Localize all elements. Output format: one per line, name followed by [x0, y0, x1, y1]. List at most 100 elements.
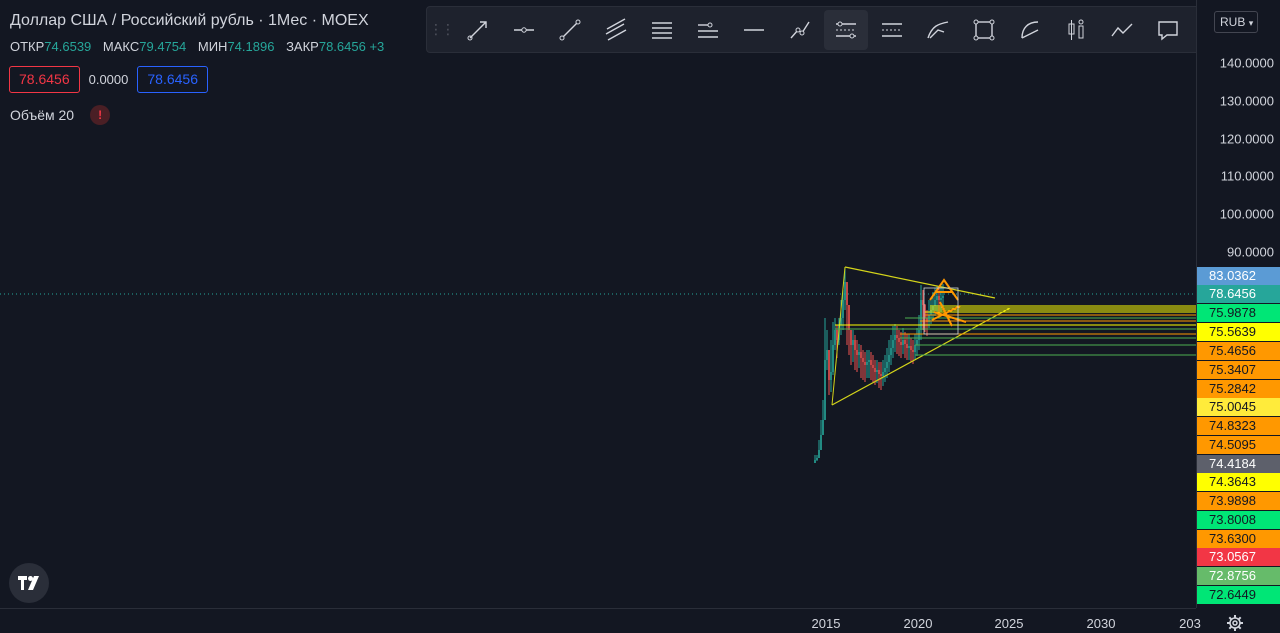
- candle-body: [908, 346, 910, 348]
- candle-body: [910, 346, 912, 350]
- fib-fan-tool-icon[interactable]: [686, 10, 730, 50]
- candle-body: [844, 282, 846, 300]
- close-value: 78.6456 +3: [318, 39, 385, 54]
- horizontal-line-tool-icon[interactable]: [732, 10, 776, 50]
- candle-body: [922, 300, 924, 305]
- candle-body: [872, 365, 874, 368]
- price-level-label[interactable]: 74.5095: [1197, 436, 1280, 454]
- comment-tool-icon[interactable]: [1146, 10, 1190, 50]
- candle-body: [848, 305, 850, 330]
- time-tick: 203: [1179, 616, 1201, 631]
- path-tool-icon[interactable]: [778, 10, 822, 50]
- gann-box-tool-icon[interactable]: [824, 9, 868, 50]
- candle-body: [940, 298, 942, 300]
- time-axis[interactable]: 2015 2020 2025 2030 203: [0, 608, 1201, 633]
- arc-tool-icon[interactable]: [1008, 10, 1052, 50]
- warning-icon[interactable]: !: [90, 105, 111, 125]
- price-level-label[interactable]: 72.8756: [1197, 567, 1280, 585]
- price-level-label[interactable]: 73.9898: [1197, 492, 1280, 510]
- candle-body: [934, 300, 936, 306]
- symbol-title[interactable]: Доллар США / Российский рубль · 1Мес · M…: [10, 12, 369, 30]
- candle-body: [860, 352, 862, 358]
- price-level-label[interactable]: 74.3643: [1197, 473, 1280, 491]
- price-tick: 90.0000: [1227, 244, 1274, 260]
- candle-body: [878, 370, 880, 374]
- triangle-upper-line: [844, 266, 996, 299]
- volume-label: Объём 20: [10, 107, 75, 123]
- price-level-label[interactable]: 75.2842: [1197, 380, 1280, 398]
- candle-body: [902, 340, 904, 345]
- price-axis[interactable]: 140.0000 130.0000 120.0000 110.0000 100.0000…: [1196, 0, 1280, 608]
- price-level-label[interactable]: 75.0045: [1197, 398, 1280, 416]
- candle-body: [868, 360, 870, 362]
- candle-body: [894, 335, 896, 340]
- horizontal-ray-tool-icon[interactable]: [502, 10, 546, 50]
- candle-body: [850, 330, 852, 345]
- buy-button[interactable]: 78.6456: [137, 66, 208, 93]
- candle-body: [836, 330, 838, 340]
- drag-handle-icon[interactable]: ⋮⋮: [427, 7, 455, 52]
- price-level-label[interactable]: 73.8008: [1197, 511, 1280, 529]
- chart-pane[interactable]: Доллар США / Российский рубль · 1Мес · M…: [0, 0, 1196, 608]
- tradingview-logo-icon[interactable]: [9, 563, 49, 603]
- candle-body: [818, 450, 820, 458]
- candle-body: [864, 362, 866, 365]
- projection-tool-icon[interactable]: [1100, 10, 1144, 50]
- candle-body: [892, 340, 894, 348]
- trend-line-tool-icon[interactable]: [548, 10, 592, 50]
- low-value: 74.1896: [227, 39, 275, 54]
- candle-body: [842, 300, 844, 318]
- parallel-channel-tool-icon[interactable]: [594, 10, 638, 50]
- currency-value: RUB: [1220, 15, 1246, 29]
- candle-body: [862, 358, 864, 362]
- settings-gear-icon[interactable]: [1226, 614, 1244, 632]
- volume-indicator[interactable]: Объём 20 !: [10, 105, 111, 125]
- trade-buttons: 78.6456 0.0000 78.6456: [9, 66, 208, 93]
- price-tick: 110.0000: [1220, 168, 1274, 184]
- price-tick: 100.0000: [1219, 206, 1274, 222]
- price-tick: 140.0000: [1219, 55, 1274, 71]
- price-level-label[interactable]: 73.6300: [1197, 530, 1280, 548]
- candle-body: [876, 370, 878, 372]
- long-position-tool-icon[interactable]: [1054, 10, 1098, 50]
- drawing-tools: [455, 9, 1191, 50]
- candle-body: [914, 345, 916, 352]
- candle-body: [858, 352, 860, 355]
- open-value: 74.6539: [44, 39, 92, 54]
- sell-button[interactable]: 78.6456: [9, 66, 80, 93]
- price-level-label[interactable]: 75.5639: [1197, 323, 1280, 341]
- rectangle-tool-icon[interactable]: [962, 10, 1006, 50]
- candle-body: [824, 360, 826, 420]
- candle-body: [854, 340, 856, 350]
- price-level-label[interactable]: 74.8323: [1197, 417, 1280, 435]
- price-level-label[interactable]: 75.3407: [1197, 361, 1280, 379]
- triangle-left-edge: [831, 266, 846, 406]
- candle-body: [942, 296, 944, 298]
- candle-body: [890, 348, 892, 355]
- candle-body: [880, 374, 882, 376]
- high-value: 79.4754: [139, 39, 187, 54]
- fib-retracement-tool-icon[interactable]: [640, 10, 684, 50]
- close-label: ЗАКР: [286, 39, 319, 54]
- candle-body: [816, 458, 818, 460]
- price-level-label[interactable]: 75.9878: [1197, 304, 1280, 322]
- price-level-label[interactable]: 83.0362: [1197, 267, 1280, 285]
- curve-tool-icon[interactable]: [916, 10, 960, 50]
- candle-body: [874, 368, 876, 372]
- price-level-label[interactable]: 75.4656: [1197, 342, 1280, 360]
- price-level-label[interactable]: 74.4184: [1197, 455, 1280, 473]
- currency-select[interactable]: RUB ▾: [1214, 11, 1258, 33]
- trend-angle-tool-icon[interactable]: [456, 10, 500, 50]
- spread-value: 0.0000: [88, 72, 129, 87]
- price-level-label[interactable]: 72.6449: [1197, 586, 1280, 604]
- low-label: МИН: [197, 39, 228, 54]
- price-level-label[interactable]: 73.0567: [1197, 548, 1280, 566]
- chevron-down-icon: ▾: [1248, 18, 1254, 28]
- candle-body: [830, 372, 832, 380]
- candle-body: [856, 350, 858, 355]
- pitchfork-tool-icon[interactable]: [870, 10, 914, 50]
- candle-body: [846, 282, 848, 305]
- candle-body: [938, 296, 940, 300]
- candle-body: [828, 350, 830, 380]
- price-level-label[interactable]: 78.6456: [1197, 285, 1280, 303]
